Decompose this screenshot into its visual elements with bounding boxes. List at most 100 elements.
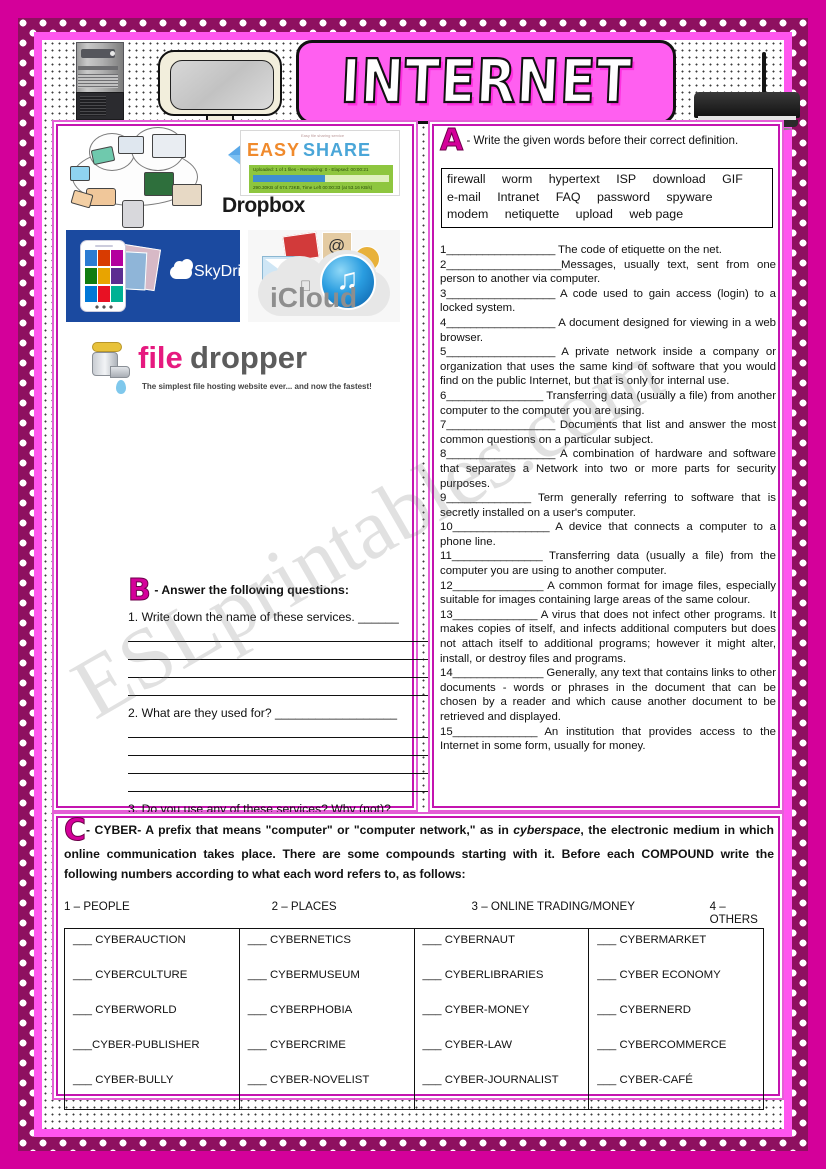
word-bank-item[interactable]: FAQ	[556, 189, 581, 207]
cyber-word: CYBERNAUT	[444, 934, 515, 946]
word-bank-item[interactable]: download	[653, 171, 706, 189]
cyber-item[interactable]: ___ CYBERNERD	[597, 1004, 757, 1039]
cyber-item[interactable]: ___ CYBER-LAW	[423, 1039, 583, 1074]
cyber-item[interactable]: ___ CYBERLIBRARIES	[423, 969, 583, 1004]
word-bank-item[interactable]: spyware	[666, 189, 712, 207]
definition-item: 8__________________ A combination of har…	[440, 447, 776, 491]
word-bank-item[interactable]: firewall	[447, 171, 486, 189]
easyshare-tagline: Easy file sharing service	[301, 133, 345, 138]
cyber-word: CYBER-LAW	[444, 1039, 512, 1051]
answer-line[interactable]	[128, 659, 460, 660]
cyber-item[interactable]: ___ CYBERMARKET	[597, 934, 757, 969]
answer-blank: ___	[247, 969, 267, 981]
word-bank-item[interactable]: e-mail	[447, 189, 481, 207]
answer-blank: ___	[597, 969, 617, 981]
cyber-item[interactable]: ___ CYBERPHOBIA	[248, 1004, 408, 1039]
word-bank-row: firewall worm hypertext ISP download GIF	[447, 171, 767, 189]
answer-line[interactable]	[128, 677, 460, 678]
cyber-item[interactable]: ___ CYBERCOMMERCE	[597, 1039, 757, 1074]
question-3-number: 3.	[128, 802, 139, 816]
definition-blank[interactable]: __________________	[446, 419, 555, 431]
faucet-icon	[76, 342, 134, 396]
definition-blank[interactable]: __________________	[446, 317, 555, 329]
definition-blank[interactable]: ______________	[453, 609, 538, 621]
answer-line[interactable]	[128, 737, 460, 738]
word-bank-item[interactable]: worm	[502, 171, 532, 189]
definition-blank[interactable]: _______________	[452, 550, 543, 562]
word-bank-item[interactable]: password	[597, 189, 650, 207]
cyber-item[interactable]: ___ CYBER-CAFÉ	[597, 1074, 757, 1109]
word-bank-item[interactable]: hypertext	[549, 171, 600, 189]
definition-blank[interactable]: _______________	[453, 667, 544, 679]
definition-item: 11_______________ Transferring data (usu…	[440, 549, 776, 578]
cyber-item[interactable]: ___ CYBER-MONEY	[423, 1004, 583, 1039]
cyber-word: CYBER-JOURNALIST	[444, 1074, 559, 1086]
category-places: 2 – PLACES	[271, 900, 337, 913]
worksheet-header: INTERNET	[46, 40, 800, 135]
answer-line[interactable]	[128, 773, 460, 774]
answer-line[interactable]	[128, 641, 460, 642]
cyber-column-3: ___ CYBERNAUT ___ CYBERLIBRARIES ___ CYB…	[414, 928, 590, 1110]
cyber-word: CYBERMARKET	[619, 934, 707, 946]
cyber-word: CYBER-BULLY	[95, 1074, 174, 1086]
definition-blank[interactable]: _______________	[453, 580, 544, 592]
answer-line[interactable]	[128, 755, 460, 756]
word-bank-item[interactable]: ISP	[616, 171, 636, 189]
answer-line[interactable]	[128, 695, 460, 696]
cyber-item[interactable]: ___ CYBERNETICS	[248, 934, 408, 969]
cyber-item[interactable]: ___ CYBERNAUT	[423, 934, 583, 969]
cyber-item[interactable]: ___ CYBER-BULLY	[73, 1074, 233, 1109]
cyber-item[interactable]: ___ CYBER-NOVELIST	[248, 1074, 408, 1109]
section-c-letter: C	[63, 813, 87, 848]
progress-bar	[253, 175, 389, 182]
cyber-word: CYBER-NOVELIST	[269, 1074, 370, 1086]
definition-blank[interactable]: ________________	[446, 390, 543, 402]
cyber-word: CYBERMUSEUM	[269, 969, 360, 981]
cyber-item[interactable]: ___ CYBERCULTURE	[73, 969, 233, 1004]
filedropper-tagline: The simplest file hosting website ever..…	[142, 382, 372, 391]
cyber-item[interactable]: ___ CYBERAUCTION	[73, 934, 233, 969]
cyber-item[interactable]: ___ CYBER-JOURNALIST	[423, 1074, 583, 1109]
cyber-word: CYBER-MONEY	[444, 1004, 530, 1016]
cyber-words-table: ___ CYBERAUCTION ___ CYBERCULTURE ___ CY…	[64, 928, 764, 1110]
definition-blank[interactable]: __________________	[446, 448, 555, 460]
cyber-item[interactable]: ___CYBER-PUBLISHER	[73, 1039, 233, 1074]
icloud-label: iCloud	[270, 282, 358, 313]
cyber-word: CYBERCOMMERCE	[619, 1039, 727, 1051]
definition-blank[interactable]: __________________	[446, 244, 555, 256]
cyber-word: CYBERCRIME	[269, 1039, 346, 1051]
cyber-column-2: ___ CYBERNETICS ___ CYBERMUSEUM ___ CYBE…	[239, 928, 415, 1110]
category-legend: 1 – PEOPLE 2 – PLACES 3 – ONLINE TRADING…	[64, 900, 774, 926]
easyshare-status-top: Uploaded: 1 of 1 files - Remaining: 0 - …	[253, 167, 369, 172]
answer-blank: ___	[247, 1004, 267, 1016]
cloud-devices-illustration	[66, 127, 216, 228]
definition-blank[interactable]: ______________	[446, 492, 531, 504]
definition-item: 13______________ A virus that does not i…	[440, 608, 776, 666]
cyber-item[interactable]: ___ CYBERWORLD	[73, 1004, 233, 1039]
word-bank-item[interactable]: Intranet	[497, 189, 539, 207]
word-bank-row: modem netiquette upload web page	[447, 206, 767, 224]
word-bank-item[interactable]: modem	[447, 206, 488, 224]
definition-item: 12_______________ A common format for im…	[440, 579, 776, 608]
definition-blank[interactable]: __________________	[446, 346, 555, 358]
word-bank-item[interactable]: netiquette	[505, 206, 559, 224]
cyber-item[interactable]: ___ CYBERMUSEUM	[248, 969, 408, 1004]
definition-item: 14_______________ Generally, any text th…	[440, 666, 776, 724]
word-bank-item[interactable]: GIF	[722, 171, 743, 189]
word-bank-item[interactable]: web page	[629, 206, 683, 224]
definition-blank[interactable]: ______________	[453, 726, 538, 738]
definition-item: 5__________________ A private network in…	[440, 345, 776, 389]
cyber-item[interactable]: ___ CYBERCRIME	[248, 1039, 408, 1074]
answer-line[interactable]	[128, 791, 460, 792]
cyber-item[interactable]: ___ CYBER ECONOMY	[597, 969, 757, 1004]
definition-blank[interactable]: ___________________	[446, 259, 561, 271]
cyber-word: CYBER ECONOMY	[619, 969, 721, 981]
category-others: 4 – OTHERS	[709, 900, 758, 926]
question-2-text: What are they used for? ________________…	[141, 706, 398, 720]
question-2: 2. What are they used for? _____________…	[128, 706, 460, 720]
word-bank-item[interactable]: upload	[576, 206, 613, 224]
skydrive-logo: SkyDrive	[66, 230, 258, 322]
definition-blank[interactable]: __________________	[446, 288, 555, 300]
dropbox-label: Dropbox	[222, 194, 305, 217]
definition-blank[interactable]: ________________	[453, 521, 550, 533]
